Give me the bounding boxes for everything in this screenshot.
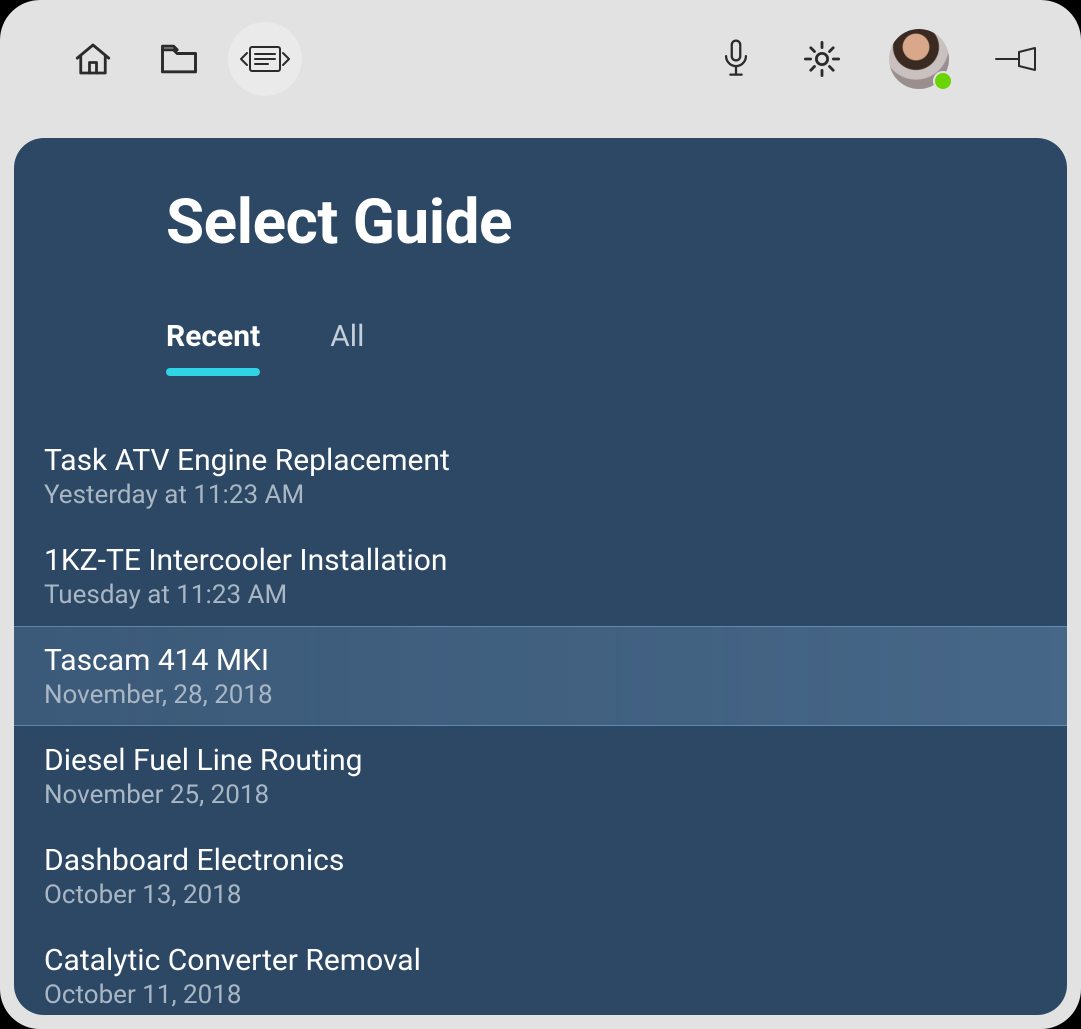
guide-name: 1KZ-TE Intercooler Installation: [44, 543, 447, 578]
guide-name: Catalytic Converter Removal: [44, 943, 421, 978]
pin-button[interactable]: [979, 22, 1053, 96]
page-title: Select Guide: [136, 186, 1067, 259]
list-item[interactable]: Tascam 414 MKI November, 28, 2018: [14, 626, 1067, 726]
card-outline-icon: [238, 41, 292, 77]
tab-all[interactable]: All: [330, 319, 364, 366]
guide-meta: October 13, 2018: [44, 880, 344, 910]
app-window: Select Guide Recent All Task ATV Engine …: [0, 0, 1081, 1029]
guide-meta: November, 28, 2018: [44, 680, 273, 710]
list-item[interactable]: Task ATV Engine Replacement Yesterday at…: [14, 426, 1067, 526]
presence-online-indicator: [933, 71, 953, 91]
guide-meta: November 25, 2018: [44, 780, 363, 810]
guide-meta: October 11, 2018: [44, 980, 421, 1010]
settings-button[interactable]: [785, 22, 859, 96]
tab-label: All: [330, 319, 364, 354]
tabs: Recent All: [136, 319, 1067, 366]
list-item[interactable]: Diesel Fuel Line Routing November 25, 20…: [14, 726, 1067, 826]
guide-name: Dashboard Electronics: [44, 843, 344, 878]
guide-meta: Tuesday at 11:23 AM: [44, 580, 447, 610]
avatar[interactable]: [889, 29, 949, 89]
home-icon: [72, 38, 114, 80]
card-button[interactable]: [228, 22, 302, 96]
gear-icon: [801, 38, 843, 80]
folder-button[interactable]: [142, 22, 216, 96]
pin-icon: [993, 44, 1039, 74]
tab-recent[interactable]: Recent: [166, 319, 260, 366]
microphone-icon: [719, 37, 753, 81]
guide-list: Task ATV Engine Replacement Yesterday at…: [14, 426, 1067, 1015]
toolbar: [0, 0, 1081, 118]
guide-name: Tascam 414 MKI: [44, 643, 273, 678]
list-item[interactable]: 1KZ-TE Intercooler Installation Tuesday …: [14, 526, 1067, 626]
guide-name: Diesel Fuel Line Routing: [44, 743, 363, 778]
list-item[interactable]: Dashboard Electronics October 13, 2018: [14, 826, 1067, 926]
home-button[interactable]: [56, 22, 130, 96]
microphone-button[interactable]: [699, 22, 773, 96]
main-panel: Select Guide Recent All Task ATV Engine …: [14, 138, 1067, 1015]
tab-label: Recent: [166, 319, 260, 354]
guide-meta: Yesterday at 11:23 AM: [44, 480, 450, 510]
guide-name: Task ATV Engine Replacement: [44, 443, 450, 478]
list-item[interactable]: Catalytic Converter Removal October 11, …: [14, 926, 1067, 1015]
folder-icon: [157, 37, 201, 81]
